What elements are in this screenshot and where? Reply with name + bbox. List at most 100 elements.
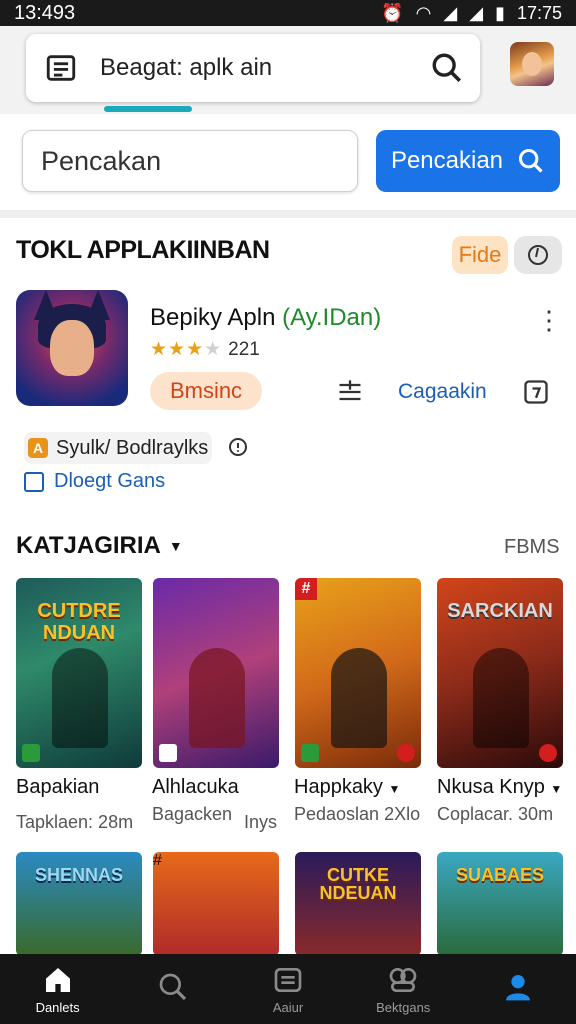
game-card[interactable]: SUABAES bbox=[437, 852, 563, 956]
game-card[interactable] bbox=[153, 578, 279, 768]
game-card-name[interactable]: Bapakian bbox=[16, 776, 99, 799]
game-card-name-label: Nkusa Knyp bbox=[437, 776, 545, 798]
game-card-art-title: SUABAES bbox=[455, 865, 544, 885]
game-card[interactable]: SHENNAS bbox=[16, 852, 142, 956]
search-button[interactable]: Pencakian bbox=[376, 130, 560, 192]
game-card-art-title: SHENNAS bbox=[34, 865, 123, 885]
game-card-figure bbox=[52, 648, 108, 748]
nav-item-library[interactable]: Aaiur bbox=[230, 954, 345, 1024]
game-card-name-label: Happkaky bbox=[294, 776, 383, 798]
game-card-meta: Tapklaen: 28m bbox=[16, 812, 134, 832]
filter-pill[interactable]: Fide bbox=[452, 236, 508, 274]
battery-icon: ▮ bbox=[495, 2, 505, 23]
refresh-button[interactable] bbox=[514, 236, 562, 274]
game-card-badge-icon bbox=[301, 744, 319, 762]
nav-item-label: Aaiur bbox=[272, 999, 304, 1015]
categories-more-link[interactable]: FBMS bbox=[504, 536, 560, 559]
library-icon bbox=[274, 967, 302, 992]
game-card-badge-icon bbox=[22, 744, 40, 762]
categories-title[interactable]: KATJAGIRIA ▼ bbox=[16, 532, 183, 560]
game-card[interactable]: SARCKIAN bbox=[437, 578, 563, 768]
game-card-name[interactable]: Happkaky ▼ bbox=[294, 776, 400, 799]
game-card-meta: Bagacken bbox=[152, 804, 233, 824]
signal2-icon: ◢ bbox=[469, 2, 484, 23]
search-input[interactable]: Pencakan bbox=[22, 130, 358, 192]
game-card[interactable]: # bbox=[295, 578, 421, 768]
rating-count: 221 bbox=[228, 338, 260, 360]
game-card-status-icon bbox=[539, 744, 557, 762]
app-tag-developer[interactable]: Dloegt Gans bbox=[24, 470, 165, 493]
app-badge[interactable]: Bmsinc bbox=[150, 372, 262, 410]
game-card-art-title: CUTKE NDEUAN bbox=[319, 865, 397, 903]
document-icon bbox=[46, 55, 76, 81]
app-tag-developer-label: Dloegt Gans bbox=[54, 470, 166, 492]
nav-item-games[interactable]: Bektgans bbox=[346, 954, 461, 1024]
app-name[interactable]: Bepiky Apln (Ay.IDan) bbox=[150, 304, 381, 332]
alarm-icon: ⏰ bbox=[381, 2, 404, 23]
genre-icon: A bbox=[28, 438, 48, 458]
avatar[interactable] bbox=[510, 42, 554, 86]
nav-item-label: Danlets bbox=[35, 999, 80, 1015]
top-bar: Beagat: aplk ain bbox=[0, 26, 576, 114]
more-options-icon[interactable]: ⋮ bbox=[536, 304, 562, 336]
home-icon bbox=[45, 967, 70, 992]
profile-icon bbox=[506, 975, 531, 1001]
nav-item-search[interactable] bbox=[115, 954, 230, 1024]
filter-icon[interactable] bbox=[336, 378, 364, 406]
chevron-down-icon: ▼ bbox=[168, 538, 183, 554]
section-title: TOKL APPLAKIINBAN bbox=[16, 236, 270, 264]
search-icon[interactable] bbox=[430, 51, 464, 85]
game-card-badge-icon bbox=[159, 744, 177, 762]
game-card-name[interactable]: Nkusa Knyp ▼ bbox=[437, 776, 562, 799]
categories-title-label: KATJAGIRIA bbox=[16, 532, 161, 559]
game-card-figure bbox=[331, 648, 387, 748]
status-time-right: 17:75 bbox=[516, 2, 562, 23]
app-tag-genre-label: Syulk/ Bodlraylks bbox=[56, 436, 209, 459]
status-icons: ⏰ ◠ ◢ ◢ ▮ 17:75 bbox=[381, 3, 562, 24]
app-rating: ★★★★ 221 bbox=[150, 338, 260, 361]
gamepad-icon bbox=[389, 967, 417, 992]
game-card-logo-icon: # bbox=[295, 578, 317, 600]
developer-icon bbox=[24, 471, 44, 492]
status-bar: 13:493 ⏰ ◠ ◢ ◢ ▮ 17:75 bbox=[0, 0, 576, 26]
app-link[interactable]: Cagaakin bbox=[398, 380, 487, 404]
header-search-text[interactable]: Beagat: aplk ain bbox=[100, 54, 430, 82]
game-card-name[interactable]: Alhlacuka bbox=[152, 776, 239, 799]
nav-item-profile[interactable] bbox=[461, 954, 576, 1024]
refresh-icon bbox=[528, 245, 548, 265]
search-icon bbox=[519, 148, 543, 173]
status-time-left: 13:493 bbox=[14, 1, 76, 24]
chevron-down-icon: ▼ bbox=[388, 782, 401, 796]
tab-indicator bbox=[104, 106, 192, 112]
chat-icon[interactable] bbox=[226, 436, 250, 460]
game-card[interactable]: CUTKE NDEUAN bbox=[295, 852, 421, 956]
nav-item-home[interactable]: Danlets bbox=[0, 954, 115, 1024]
app-name-suffix: (Ay.IDan) bbox=[282, 304, 382, 331]
app-name-main: Bepiky Apln bbox=[150, 304, 276, 331]
game-card-logo-icon: # bbox=[153, 852, 162, 869]
game-card-art-title: CUTDRE NDUAN bbox=[37, 600, 121, 644]
app-art-face bbox=[50, 320, 94, 376]
search-row: Pencakan Pencakian bbox=[0, 114, 576, 218]
game-card-meta: Pedaoslan 2Xlo bbox=[294, 804, 421, 824]
star-rating-icon: ★★★★ bbox=[150, 339, 223, 360]
nav-item-label: Bektgans bbox=[376, 999, 431, 1015]
game-card-status-icon bbox=[397, 744, 415, 762]
header-search-box[interactable]: Beagat: aplk ain bbox=[26, 34, 480, 102]
signal-icon: ◢ bbox=[443, 2, 458, 23]
game-card-figure bbox=[473, 648, 529, 748]
chevron-down-icon: ▼ bbox=[550, 782, 563, 796]
game-card-meta: Coplacar. 30m bbox=[437, 804, 554, 824]
app-icon[interactable] bbox=[16, 290, 128, 406]
game-card[interactable]: # bbox=[153, 852, 279, 956]
share-icon[interactable] bbox=[522, 378, 550, 406]
wifi-icon: ◠ bbox=[415, 2, 432, 23]
game-card[interactable]: CUTDRE NDUAN bbox=[16, 578, 142, 768]
game-card-art-title: SARCKIAN bbox=[447, 600, 553, 622]
game-card-figure bbox=[189, 648, 245, 748]
game-card-meta-extra: Inys bbox=[244, 812, 278, 832]
search-icon bbox=[159, 973, 186, 1001]
app-tag-genre[interactable]: A Syulk/ Bodlraylks bbox=[24, 432, 212, 464]
bottom-nav: Danlets Aaiur Bektgans bbox=[0, 954, 576, 1024]
search-button-label: Pencakian bbox=[390, 147, 504, 174]
